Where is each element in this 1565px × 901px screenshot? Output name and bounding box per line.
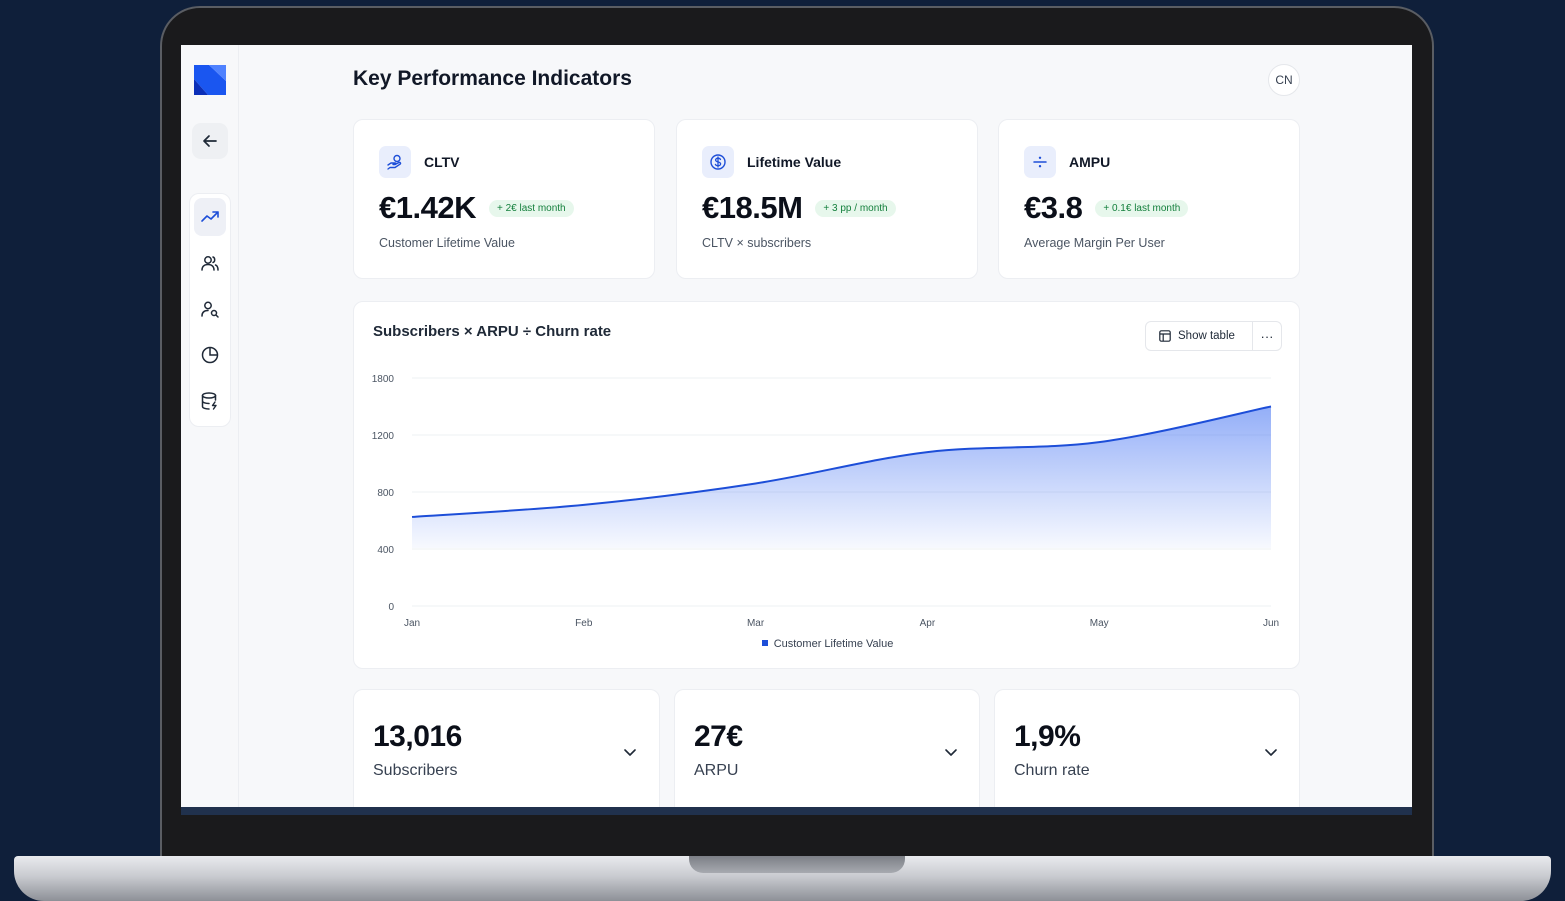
y-tick-label: 1800 — [372, 374, 395, 385]
dollar-circle-icon — [702, 146, 734, 178]
chart-legend: Customer Lifetime Value — [354, 638, 1301, 650]
metric-value: 1,9% — [1014, 720, 1081, 753]
divide-icon — [1024, 146, 1056, 178]
app-screen: Key Performance Indicators CN CLTV €1.42… — [181, 45, 1412, 807]
back-button[interactable] — [192, 123, 228, 159]
area-chart: 0 400 800 1200 1800 Jan Feb Mar Apr May Jun — [372, 374, 1279, 629]
kpi-label: CLTV — [424, 154, 460, 170]
metric-card-churn-rate[interactable]: 1,9% Churn rate — [994, 689, 1300, 807]
kpi-value: €1.42K — [379, 190, 476, 225]
x-tick-label: Feb — [575, 618, 593, 629]
screen-bezel — [181, 807, 1412, 815]
laptop-notch — [689, 856, 905, 873]
x-tick-label: May — [1090, 618, 1109, 629]
x-tick-label: Mar — [747, 618, 765, 629]
legend-swatch — [761, 640, 768, 646]
sidebar — [181, 45, 239, 807]
kpi-description: Average Margin Per User — [1024, 236, 1165, 250]
users-icon — [201, 256, 219, 271]
chevron-down-icon[interactable] — [943, 744, 959, 760]
hand-coins-icon — [379, 146, 411, 178]
sidebar-nav — [189, 193, 231, 427]
kpi-value: €3.8 — [1024, 190, 1083, 225]
kpi-change-badge: + 0.1€ last month — [1095, 199, 1189, 217]
chevron-down-icon[interactable] — [1263, 744, 1279, 760]
kpi-card-cltv[interactable]: CLTV €1.42K + 2€ last month Customer Lif… — [353, 119, 655, 279]
kpi-description: CLTV × subscribers — [702, 236, 812, 250]
kpi-description: Customer Lifetime Value — [379, 236, 515, 250]
x-tick-label: Jun — [1263, 618, 1279, 629]
logo-icon — [194, 65, 226, 95]
sidebar-item-pie-chart[interactable] — [194, 336, 226, 374]
sidebar-item-users[interactable] — [194, 244, 226, 282]
metric-label: Churn rate — [1014, 762, 1090, 779]
metric-label: ARPU — [694, 762, 739, 779]
metric-card-arpu[interactable]: 27€ ARPU — [674, 689, 980, 807]
sidebar-item-trend[interactable] — [194, 198, 226, 236]
metric-label: Subscribers — [373, 762, 458, 779]
kpi-change-badge: + 3 pp / month — [815, 199, 896, 217]
chevron-down-icon[interactable] — [622, 744, 638, 760]
x-tick-label: Apr — [920, 618, 936, 629]
trend-icon — [201, 211, 219, 222]
arrow-left-icon — [203, 135, 217, 147]
metric-value: 13,016 — [373, 720, 462, 753]
x-tick-label: Jan — [404, 618, 420, 629]
sidebar-item-user-search[interactable] — [194, 290, 226, 328]
area-fill — [412, 406, 1271, 548]
database-icon — [201, 392, 217, 410]
kpi-card-ampu[interactable]: AMPU €3.8 + 0.1€ last month Average Marg… — [998, 119, 1300, 279]
y-tick-label: 0 — [388, 602, 394, 613]
kpi-change-badge: + 2€ last month — [488, 199, 574, 217]
page-title: Key Performance Indicators — [353, 67, 632, 90]
kpi-value: €18.5M — [702, 190, 803, 225]
legend-label: Customer Lifetime Value — [773, 638, 894, 650]
chart-card: Subscribers × ARPU ÷ Churn rate Show tab… — [353, 301, 1300, 669]
pie-chart-icon — [201, 346, 219, 364]
kpi-label: AMPU — [1069, 154, 1111, 170]
user-search-icon — [201, 301, 219, 318]
avatar[interactable]: CN — [1268, 64, 1300, 96]
kpi-card-lifetime-value[interactable]: Lifetime Value €18.5M + 3 pp / month CLT… — [676, 119, 978, 279]
y-tick-label: 800 — [377, 488, 394, 499]
y-tick-label: 400 — [377, 545, 394, 556]
metric-value: 27€ — [694, 720, 743, 753]
sidebar-item-database[interactable] — [194, 382, 226, 420]
metric-card-subscribers[interactable]: 13,016 Subscribers — [353, 689, 660, 807]
y-tick-label: 1200 — [372, 431, 395, 442]
kpi-label: Lifetime Value — [747, 154, 842, 170]
